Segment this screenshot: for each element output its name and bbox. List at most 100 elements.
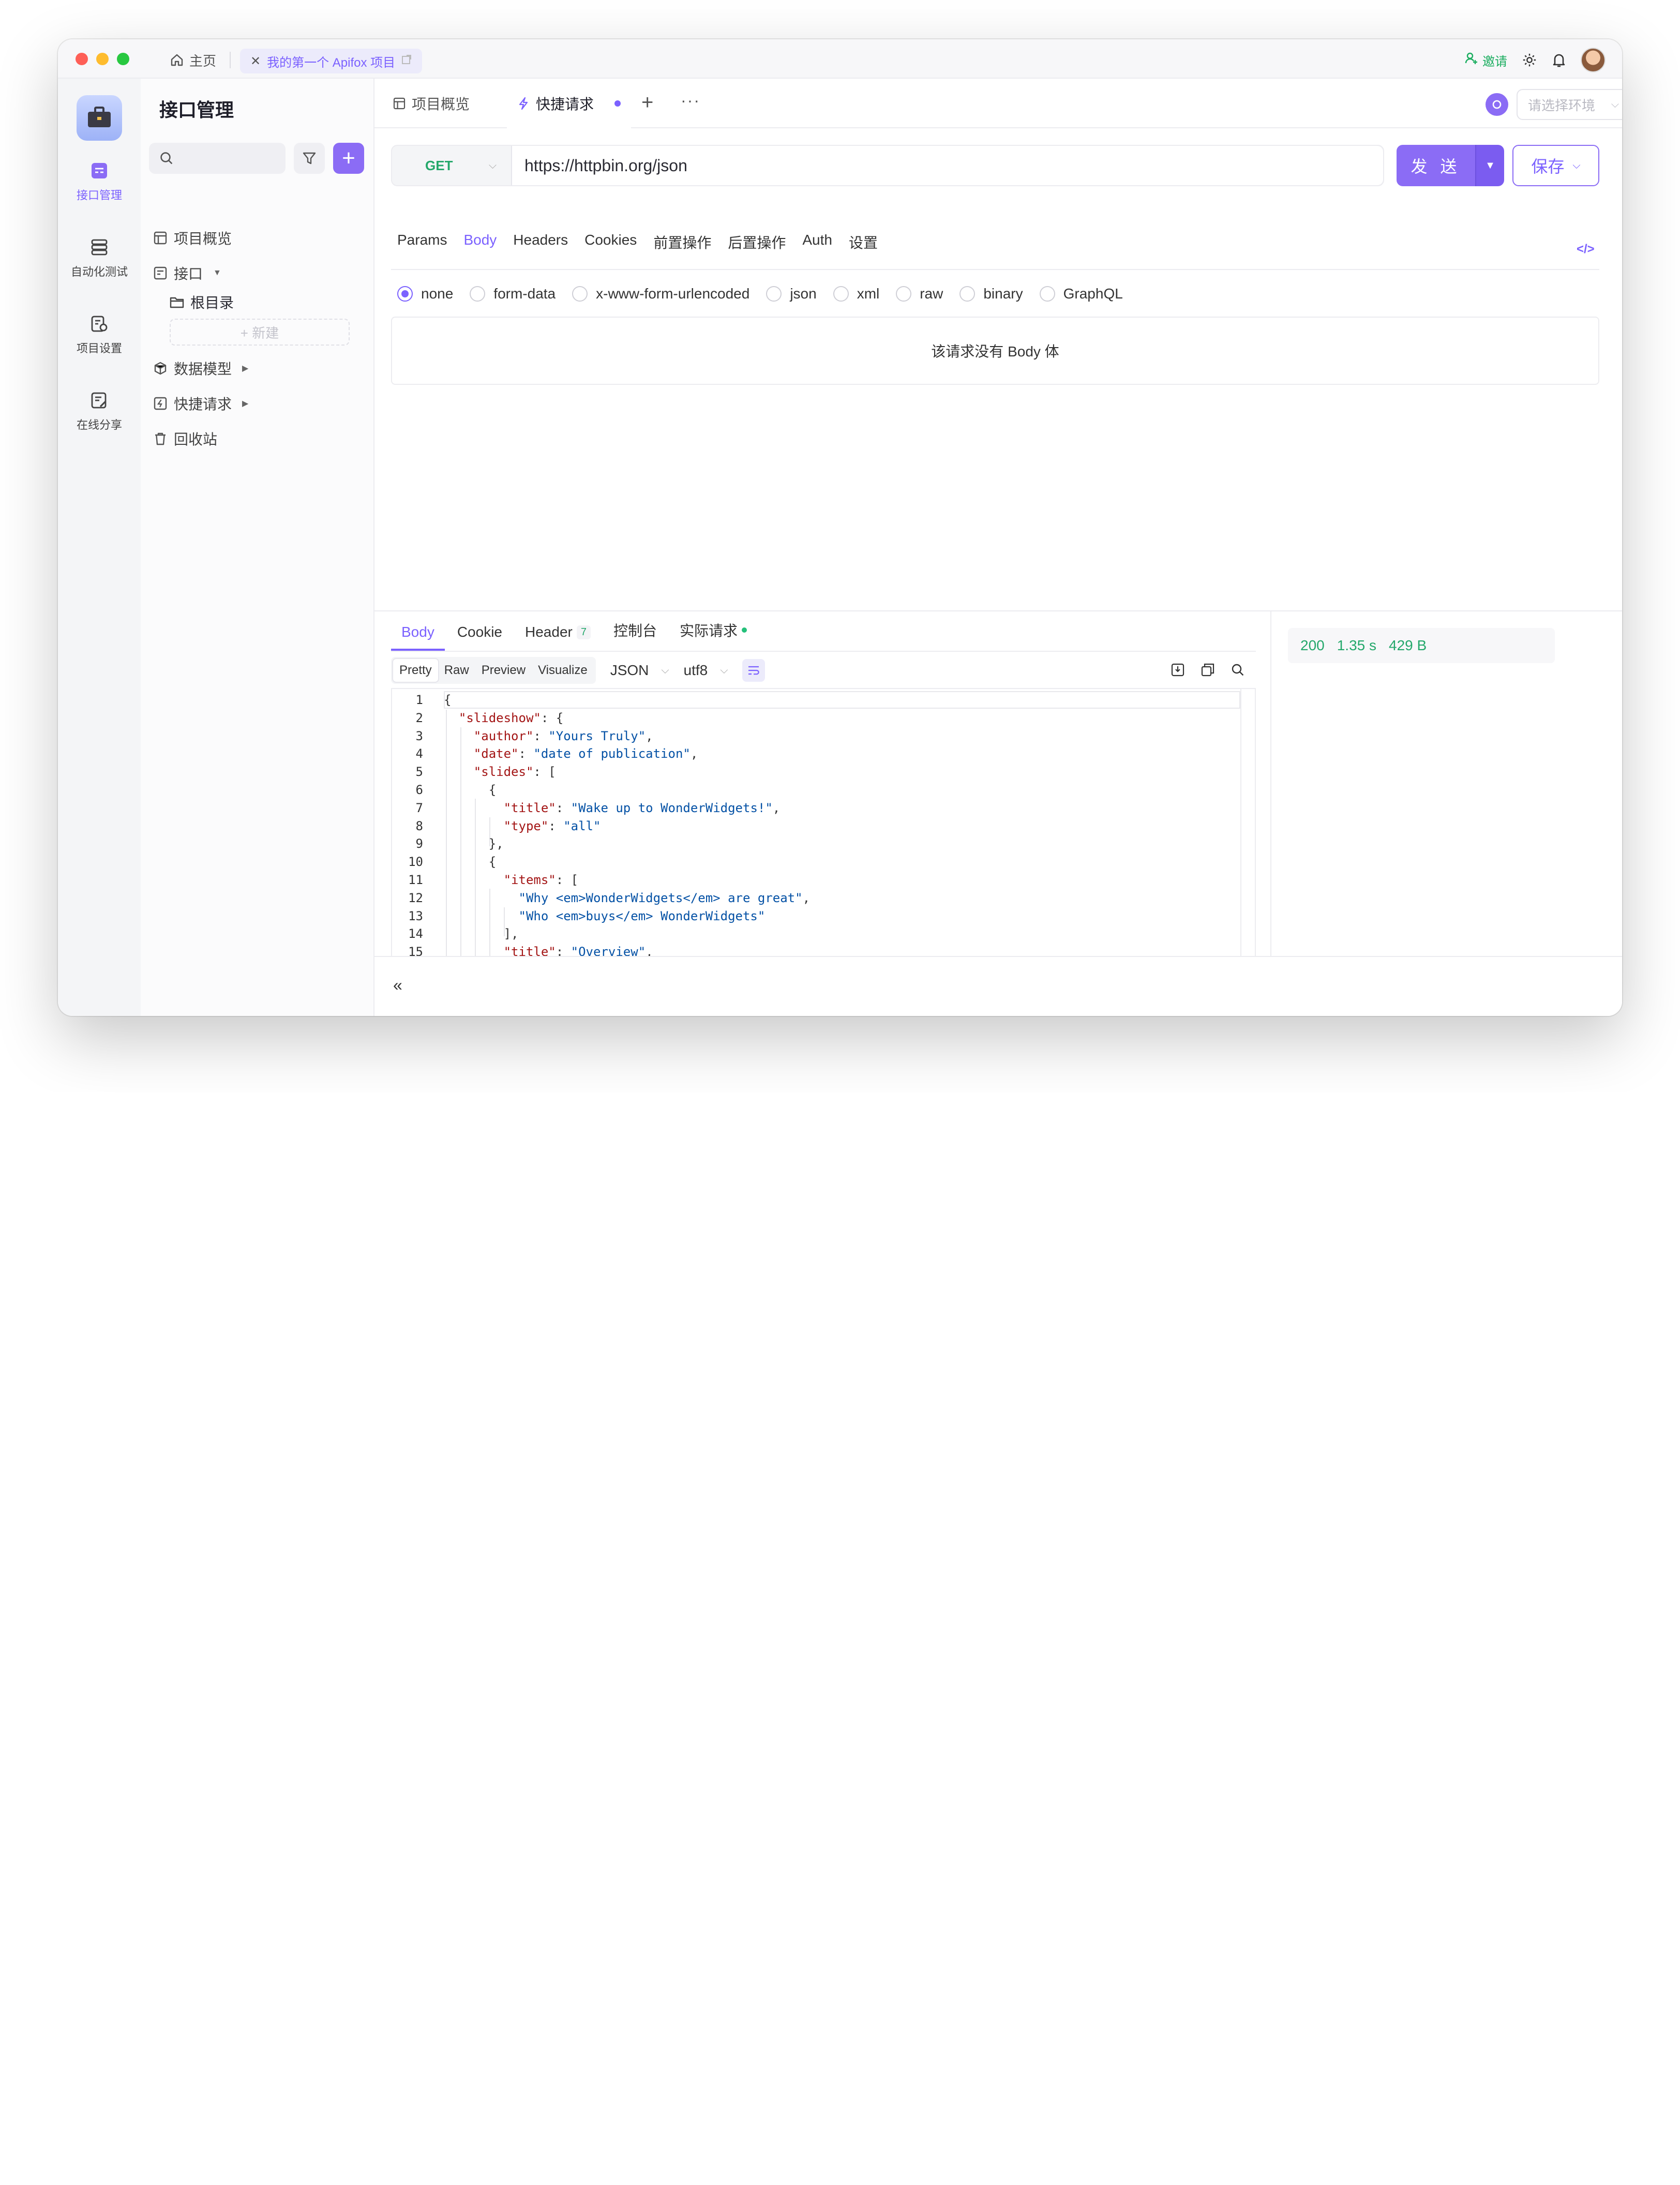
word-wrap-button[interactable] [742,659,766,682]
response-tab-body[interactable]: Body [391,624,445,651]
project-tab[interactable]: ✕ 我的第一个 Apifox 项目 [240,49,423,73]
request-tab[interactable]: 后置操作 [728,232,786,252]
overview-icon [154,231,167,245]
tree-item-recycle-bin[interactable]: 回收站 [153,428,217,449]
search-input[interactable] [149,143,286,174]
radio-button[interactable] [833,286,849,302]
response-metrics: 200 1.35 s 429 B [1288,628,1555,663]
request-tab[interactable]: 设置 [849,232,878,252]
radio-button[interactable] [766,286,782,302]
close-tab-icon[interactable]: ✕ [250,54,261,69]
request-tab[interactable]: Auth [802,232,832,252]
environment-select[interactable]: 请选择环境 ⌵ [1517,89,1622,120]
app-window: 主页 ✕ 我的第一个 Apifox 项目 邀请 接口管理 自动化测试 项目设置 … [58,39,1622,1016]
tree-item-quick-request[interactable]: 快捷请求 ▶ [153,393,248,414]
code-line: 5 "slides": [ [392,763,556,781]
body-type-option[interactable]: raw [896,286,943,302]
body-type-option[interactable]: xml [833,286,879,302]
response-tab-cookie[interactable]: Cookie [447,624,513,651]
send-button[interactable]: 发 送 [1397,145,1475,186]
close-window-button[interactable] [76,53,88,65]
body-type-option[interactable]: json [766,286,817,302]
home-tab[interactable]: 主页 [170,49,216,71]
rail-item-automation-test[interactable]: 自动化测试 [58,238,141,279]
code-icon[interactable]: </> [1577,242,1595,257]
code-line: 8 "type": "all" [392,817,601,835]
project-logo[interactable] [77,95,122,141]
tree-item-api[interactable]: 接口 ▼ [153,263,221,283]
new-tab-button[interactable]: + [641,91,653,114]
environment-icon[interactable] [1486,93,1508,116]
new-item-button[interactable]: + 新建 [170,319,350,346]
format-select[interactable]: JSON ⌵ [610,662,669,679]
collapse-sidebar-icon[interactable]: « [393,976,402,995]
encoding-select[interactable]: utf8 ⌵ [684,662,728,679]
body-type-option[interactable]: GraphQL [1039,286,1123,302]
code-text: "title": "Wake up to WonderWidgets!", [503,800,781,815]
copy-icon[interactable] [1201,663,1214,677]
minimize-window-button[interactable] [96,53,109,65]
caret-down-icon[interactable]: ▼ [213,268,221,278]
radio-button[interactable] [470,286,486,302]
invite-button[interactable]: 邀请 [1465,51,1507,69]
body-type-option[interactable]: none [397,286,453,302]
more-icon[interactable]: ··· [681,91,700,110]
body-type-option[interactable]: form-data [470,286,556,302]
radio-button[interactable] [896,286,912,302]
briefcase-icon [88,107,111,127]
tree-item-label: 回收站 [174,431,218,447]
view-mode-option[interactable]: Preview [475,659,532,682]
view-mode-option[interactable]: Raw [438,659,475,682]
caret-right-icon[interactable]: ▶ [242,398,248,409]
body-type-option[interactable]: binary [959,286,1023,302]
scrollbar[interactable] [1240,689,1255,970]
tree-item-label: 根目录 [190,295,234,311]
request-tab[interactable]: Headers [513,232,568,252]
add-button[interactable]: + [333,143,364,174]
body-type-option[interactable]: x-www-form-urlencoded [572,286,749,302]
view-mode-option[interactable]: Pretty [393,659,438,682]
request-tab[interactable]: 前置操作 [653,232,711,252]
line-number: 4 [415,746,423,761]
url-input[interactable] [512,146,1383,185]
bell-icon[interactable] [1552,52,1566,68]
response-body-editor[interactable]: 1{2 "slideshow": {3 "author": "Yours Tru… [391,688,1256,971]
save-button[interactable]: 保存 ⌵ [1512,145,1599,186]
code-text: }, [444,836,504,851]
view-mode-option[interactable]: Visualize [532,659,594,682]
tree-item-label: 快捷请求 [174,396,232,412]
avatar[interactable] [1581,48,1606,72]
code-text: "slides": [ [473,765,556,780]
request-tab[interactable]: Cookies [584,232,637,252]
radio-button[interactable] [572,286,588,302]
body-type-label: raw [920,286,943,302]
radio-button[interactable] [397,286,413,302]
request-tab[interactable]: Params [397,232,447,252]
rail-item-project-settings[interactable]: 项目设置 [58,315,141,356]
rail-item-online-share[interactable]: 在线分享 [58,391,141,432]
rail-item-api-management[interactable]: 接口管理 [58,161,141,203]
radio-button[interactable] [1039,286,1055,302]
response-tab-actual-request[interactable]: 实际请求 [669,620,757,651]
tree-item-root-folder[interactable]: 根目录 [170,292,234,312]
filter-button[interactable] [294,143,325,174]
tab-quick-request[interactable]: 快捷请求 [507,79,632,128]
tree-item-data-model[interactable]: 数据模型 ▶ [153,358,248,379]
line-number: 5 [415,765,423,780]
project-settings-icon [91,316,108,332]
response-tab-console[interactable]: 控制台 [603,620,667,651]
send-dropdown-button[interactable]: ▼ [1475,145,1504,186]
response-tab-header[interactable]: Header 7 [515,624,601,651]
request-tab[interactable]: Body [463,232,497,252]
zoom-window-button[interactable] [117,53,129,65]
tree-item-overview[interactable]: 项目概览 [153,228,232,248]
caret-right-icon[interactable]: ▶ [242,363,248,373]
method-select[interactable]: GET ⌵ [392,146,512,185]
gear-icon[interactable] [1522,52,1537,68]
search-icon[interactable] [1231,663,1244,677]
download-icon[interactable] [1171,663,1184,677]
encoding-label: utf8 [683,662,708,678]
radio-button[interactable] [959,286,976,302]
tab-project-overview[interactable]: 项目概览 [393,79,470,128]
body-type-label: binary [983,286,1023,302]
